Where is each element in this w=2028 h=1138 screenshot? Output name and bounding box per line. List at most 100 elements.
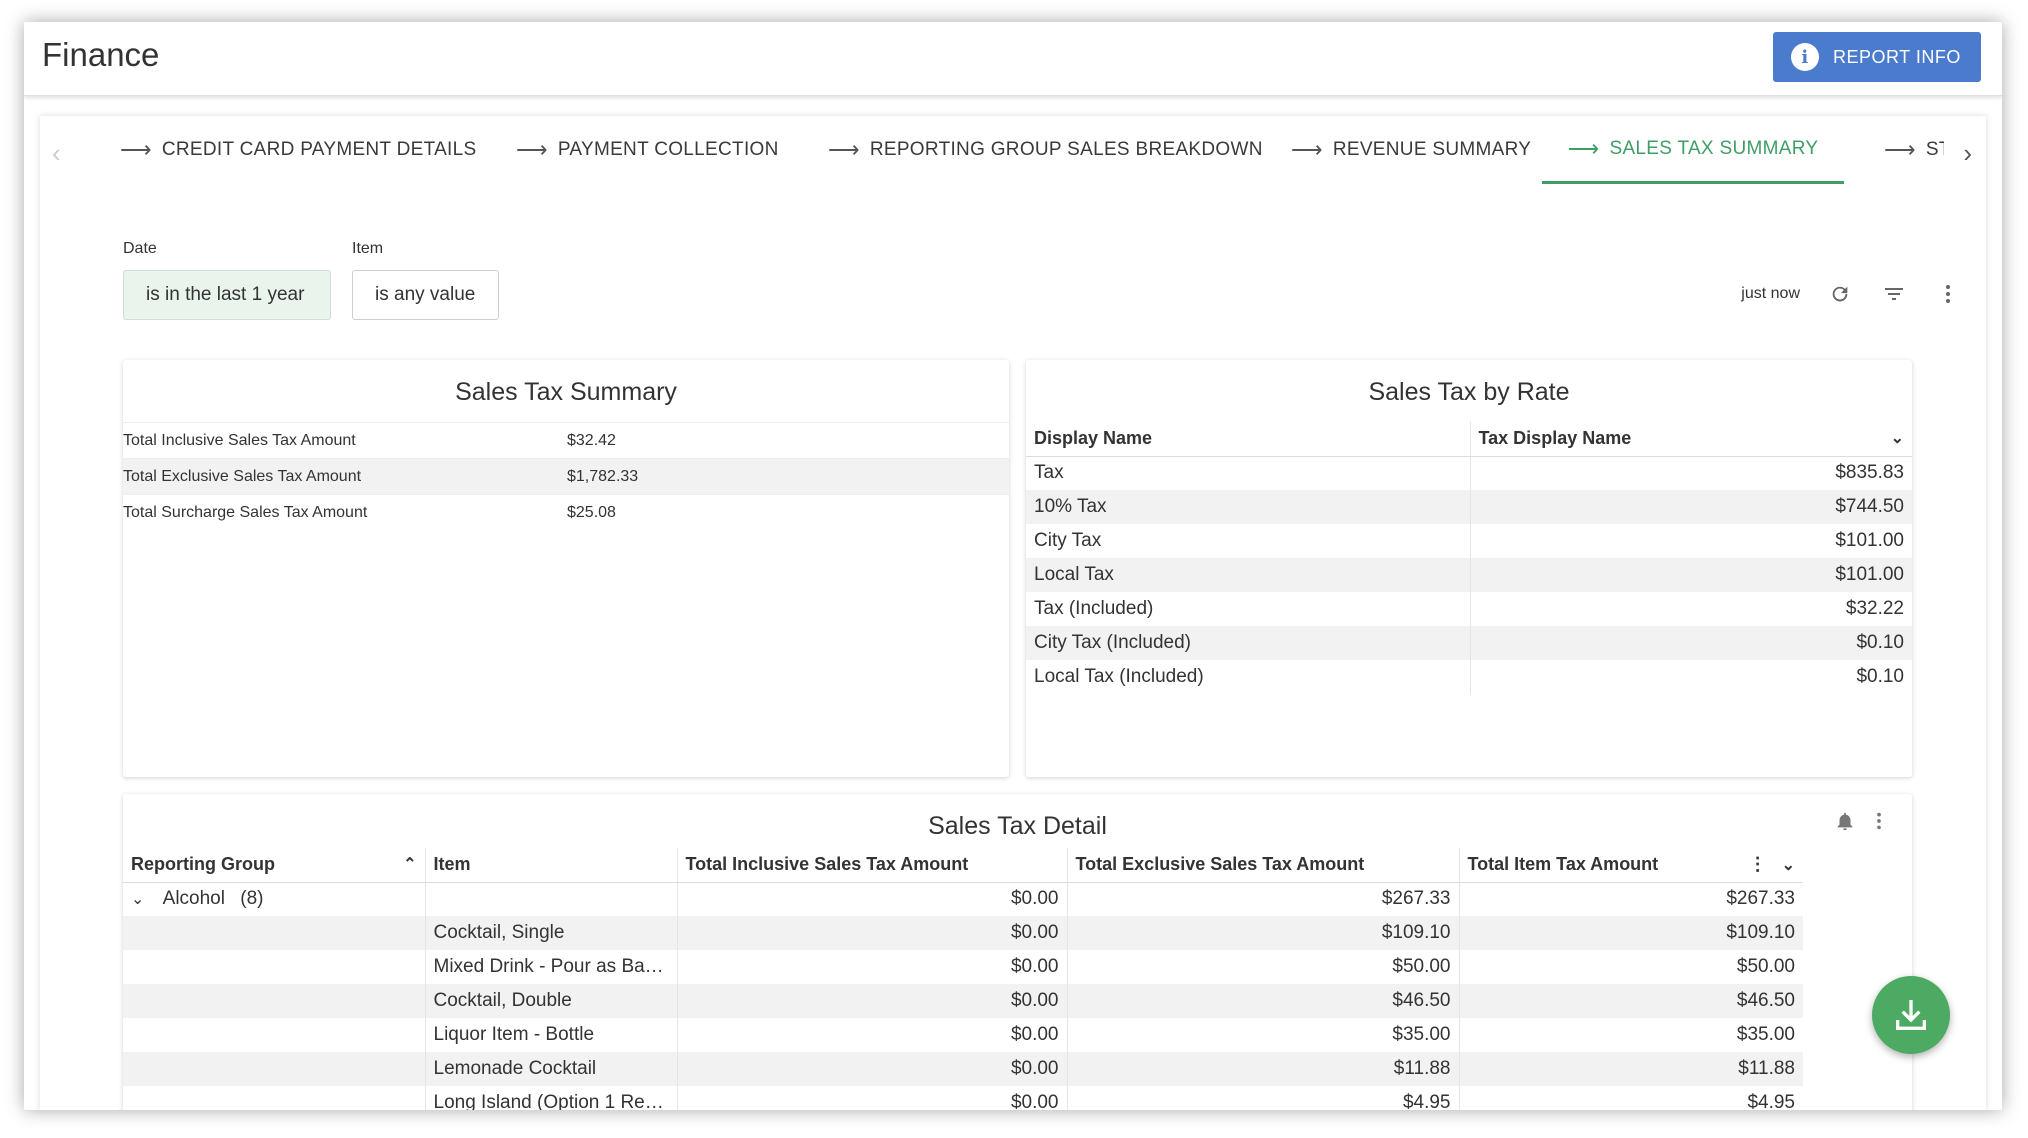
column-header-item[interactable]: Item <box>424 848 677 883</box>
exclusive-value: $50.00 <box>1066 950 1459 984</box>
download-icon <box>1896 1000 1926 1030</box>
table-row: Liquor Item - Bottle $0.00 $35.00 $35.00 <box>123 1018 1803 1052</box>
table-row: Tax $835.83 <box>1026 456 1912 490</box>
report-tabs: ‹ ⟶ CREDIT CARD PAYMENT DETAILS ⟶ PAYMEN… <box>40 116 1986 184</box>
report-info-button[interactable]: i REPORT INFO <box>1773 32 1981 82</box>
sales-tax-by-rate-card: Sales Tax by Rate Display Name Tax Displ… <box>1026 360 1912 777</box>
tab-label: SALES TAX SUMMARY <box>1609 137 1819 159</box>
item-filter-label: Item <box>352 240 384 257</box>
finance-window: Finance i REPORT INFO ‹ ⟶ CREDIT CARD PA… <box>24 22 2002 1110</box>
summary-row: Total Exclusive Sales Tax Amount $1,782.… <box>123 458 1009 494</box>
column-header-exclusive[interactable]: Total Exclusive Sales Tax Amount <box>1066 848 1459 883</box>
header-label: Reporting Group <box>131 854 275 875</box>
refresh-icon[interactable] <box>1826 280 1854 308</box>
last-updated-text: just now <box>1741 285 1800 302</box>
exclusive-value: $11.88 <box>1066 1052 1459 1086</box>
arrow-right-icon: ⟶ <box>1884 137 1916 162</box>
tabs-scroll-right-icon[interactable]: › <box>1963 138 1972 169</box>
item-name: Lemonade Cocktail <box>424 1052 677 1086</box>
summary-value: $32.42 <box>567 431 616 449</box>
header-label: Total Item Tax Amount <box>1467 854 1659 875</box>
top-bar: Finance i REPORT INFO <box>24 22 2002 96</box>
inclusive-value: $0.00 <box>676 984 1067 1018</box>
dashboard-toolbar: just now <box>1741 280 1962 308</box>
arrow-right-icon: ⟶ <box>1567 135 1600 161</box>
group-row[interactable]: ⌄ Alcohol (8) $0.00 $267.33 $267.33 <box>123 882 1803 916</box>
exclusive-value: $35.00 <box>1066 1018 1459 1052</box>
summary-label: Total Inclusive Sales Tax Amount <box>123 431 356 449</box>
inclusive-value: $0.00 <box>676 950 1067 984</box>
summary-value: $1,782.33 <box>567 467 639 485</box>
column-header-total-item-tax[interactable]: Total Item Tax Amount ⋮ ⌄ <box>1458 848 1803 883</box>
info-icon: i <box>1791 43 1819 71</box>
chevron-down-icon[interactable]: ⌄ <box>131 889 144 909</box>
item-name: Long Island (Option 1 Re… <box>424 1086 677 1110</box>
exclusive-value: $46.50 <box>1066 984 1459 1018</box>
detail-table: Reporting Group ⌃ Item Total Inclusive S… <box>123 848 1803 1110</box>
more-vert-icon[interactable] <box>1934 280 1962 308</box>
rate-name: Local Tax (Included) <box>1034 666 1204 687</box>
download-button[interactable] <box>1872 976 1950 1054</box>
table-row: Cocktail, Single $0.00 $109.10 $109.10 <box>123 916 1803 950</box>
column-header-reporting-group[interactable]: Reporting Group ⌃ <box>123 848 425 883</box>
tab-stc[interactable]: ⟶ STC <box>1884 116 1944 184</box>
rate-value: $0.10 <box>1469 660 1912 694</box>
total-value: $35.00 <box>1458 1018 1803 1052</box>
inclusive-value: $0.00 <box>676 882 1067 916</box>
exclusive-value: $4.95 <box>1066 1086 1459 1110</box>
tab-revenue-summary[interactable]: ⟶ REVENUE SUMMARY <box>1291 116 1531 184</box>
rate-value: $101.00 <box>1469 524 1912 558</box>
rate-table: Display Name Tax Display Name ⌄ Tax $835.… <box>1026 422 1912 694</box>
sales-tax-detail-card: Sales Tax Detail Reporting Group ⌃ Item … <box>123 794 1912 1110</box>
bell-icon[interactable] <box>1834 810 1856 837</box>
rate-value: $744.50 <box>1469 490 1912 524</box>
column-header-tax-display-name[interactable]: Tax Display Name ⌄ <box>1469 422 1912 457</box>
more-vert-icon[interactable] <box>1868 810 1890 837</box>
date-filter-label: Date <box>123 240 157 257</box>
tabs-scroll-left-icon[interactable]: ‹ <box>52 138 61 169</box>
tab-credit-card-payment-details[interactable]: ⟶ CREDIT CARD PAYMENT DETAILS <box>120 116 476 184</box>
card-title: Sales Tax Summary <box>455 378 677 406</box>
column-header-inclusive[interactable]: Total Inclusive Sales Tax Amount <box>676 848 1067 883</box>
table-row: Local Tax (Included) $0.10 <box>1026 660 1912 694</box>
more-vert-icon[interactable]: ⋮ <box>1749 854 1767 874</box>
header-label: Tax Display Name <box>1478 428 1632 449</box>
filter-icon[interactable] <box>1880 280 1908 308</box>
report-content: ‹ ⟶ CREDIT CARD PAYMENT DETAILS ⟶ PAYMEN… <box>40 116 1986 1110</box>
column-menu: ⋮ ⌄ <box>1749 854 1795 875</box>
sales-tax-summary-card: Sales Tax Summary Total Inclusive Sales … <box>123 360 1009 777</box>
item-filter-chip[interactable]: is any value <box>352 270 499 320</box>
summary-label: Total Surcharge Sales Tax Amount <box>123 503 368 521</box>
chevron-down-icon[interactable]: ⌄ <box>1782 855 1795 875</box>
table-row: 10% Tax $744.50 <box>1026 490 1912 524</box>
tab-sales-tax-summary[interactable]: ⟶ SALES TAX SUMMARY <box>1542 116 1844 184</box>
arrow-right-icon: ⟶ <box>120 137 152 162</box>
chevron-up-icon[interactable]: ⌃ <box>403 854 416 874</box>
summary-label: Total Exclusive Sales Tax Amount <box>123 467 362 485</box>
card-title: Sales Tax by Rate <box>1368 378 1570 406</box>
tab-payment-collection[interactable]: ⟶ PAYMENT COLLECTION <box>516 116 779 184</box>
date-filter-chip[interactable]: is in the last 1 year <box>123 270 331 320</box>
tab-label: STC <box>1925 139 1944 160</box>
rate-value: $101.00 <box>1469 558 1912 592</box>
arrow-right-icon: ⟶ <box>1291 137 1323 162</box>
rate-name: Tax (Included) <box>1034 598 1154 619</box>
column-header-display-name[interactable]: Display Name <box>1026 422 1470 457</box>
tab-label: REPORTING GROUP SALES BREAKDOWN <box>869 139 1263 160</box>
total-value: $267.33 <box>1458 882 1803 916</box>
arrow-right-icon: ⟶ <box>828 137 860 162</box>
rate-value: $32.22 <box>1469 592 1912 626</box>
table-row: Tax (Included) $32.22 <box>1026 592 1912 626</box>
tab-label: PAYMENT COLLECTION <box>557 139 779 160</box>
summary-row: Total Surcharge Sales Tax Amount $25.08 <box>123 494 1009 530</box>
tab-reporting-group-sales-breakdown[interactable]: ⟶ REPORTING GROUP SALES BREAKDOWN <box>828 116 1263 184</box>
chevron-down-icon[interactable]: ⌄ <box>1891 428 1904 448</box>
total-value: $4.95 <box>1458 1086 1803 1110</box>
exclusive-value: $267.33 <box>1066 882 1459 916</box>
total-value: $11.88 <box>1458 1052 1803 1086</box>
report-info-label: REPORT INFO <box>1833 46 1961 67</box>
summary-value: $25.08 <box>567 503 616 521</box>
exclusive-value: $109.10 <box>1066 916 1459 950</box>
table-row: City Tax $101.00 <box>1026 524 1912 558</box>
total-value: $46.50 <box>1458 984 1803 1018</box>
